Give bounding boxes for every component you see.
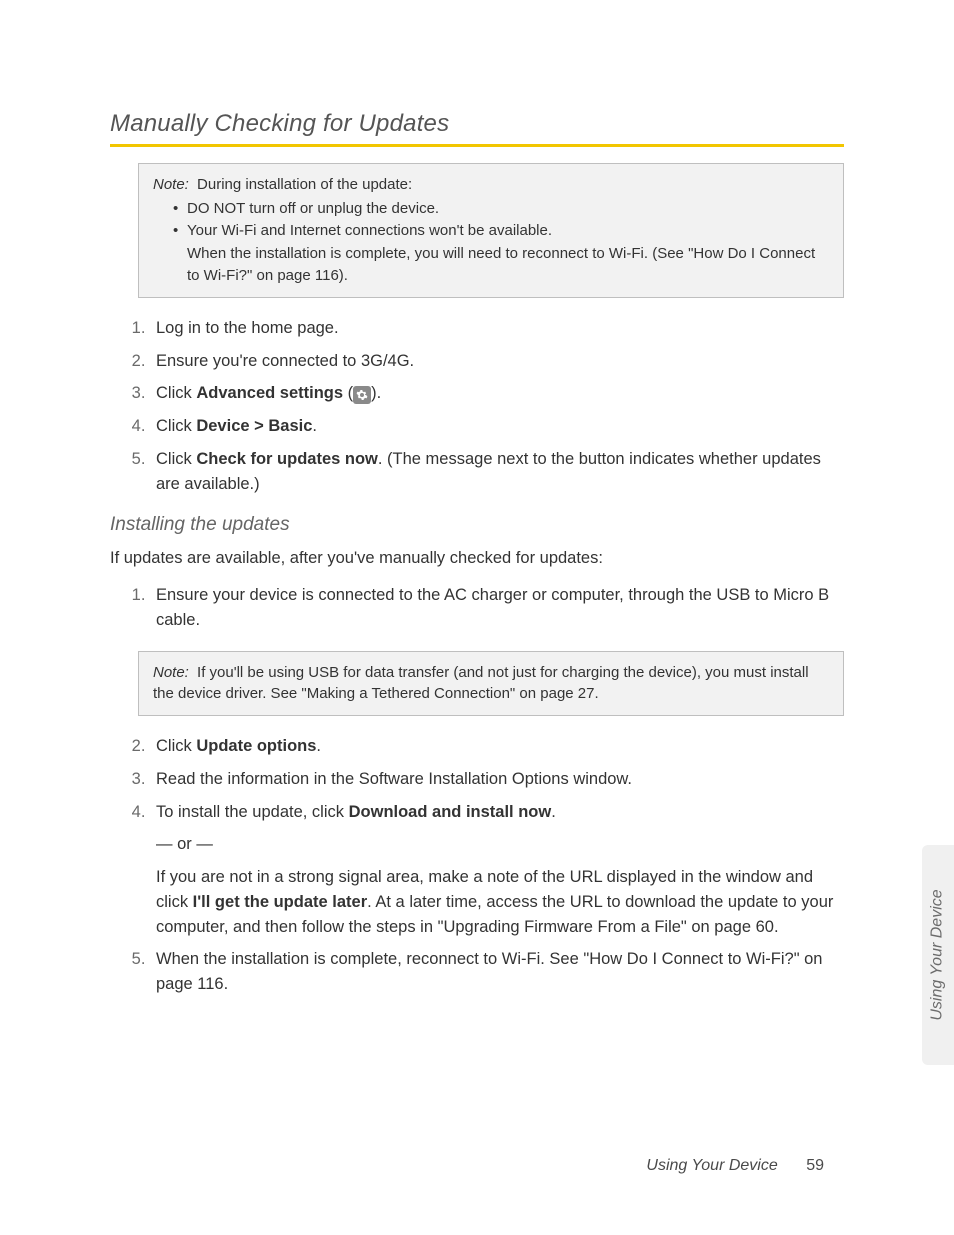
step-item: Ensure your device is connected to the A… [150, 583, 844, 633]
note-box-usb: Note: If you'll be using USB for data tr… [138, 651, 844, 717]
note-after: When the installation is complete, you w… [187, 243, 829, 287]
gear-icon [353, 386, 371, 404]
note-bullet: DO NOT turn off or unplug the device. [187, 198, 829, 220]
step-item: To install the update, click Download an… [150, 800, 844, 940]
ui-label-update-options: Update options [196, 737, 316, 755]
footer-page-number: 59 [806, 1157, 824, 1174]
step-text: . [312, 417, 317, 435]
note-box-install-warning: Note: During installation of the update:… [138, 163, 844, 298]
step-text: Click [156, 417, 196, 435]
step-text: Click [156, 450, 196, 468]
step-text: ). [371, 384, 381, 402]
ui-label-check-updates: Check for updates now [196, 450, 378, 468]
note-label: Note: [153, 176, 189, 193]
page-footer: Using Your Device 59 [646, 1157, 824, 1175]
footer-section-label: Using Your Device [646, 1157, 777, 1174]
steps-check-updates: Log in to the home page. Ensure you're c… [110, 316, 844, 497]
section-title: Manually Checking for Updates [110, 110, 844, 144]
intro-text: If updates are available, after you've m… [110, 546, 844, 571]
step-alt: If you are not in a strong signal area, … [156, 865, 844, 939]
step-item: Click Device > Basic. [150, 414, 844, 439]
step-or: — or — [156, 832, 844, 857]
step-item: Log in to the home page. [150, 316, 844, 341]
page: Manually Checking for Updates Note: Duri… [0, 0, 954, 1235]
step-text: . [316, 737, 321, 755]
subheading-installing: Installing the updates [110, 514, 844, 536]
side-tab-label: Using Your Device [929, 889, 947, 1020]
step-text: Click [156, 384, 196, 402]
step-text: To install the update, click [156, 803, 349, 821]
steps-install-2: Click Update options. Read the informati… [110, 734, 844, 997]
note-intro: During installation of the update: [197, 176, 412, 193]
step-item: Click Advanced settings (). [150, 381, 844, 406]
step-item: When the installation is complete, recon… [150, 947, 844, 997]
step-text: Click [156, 737, 196, 755]
side-tab: Using Your Device [922, 845, 954, 1065]
step-text: ( [343, 384, 353, 402]
section-rule [110, 144, 844, 147]
ui-label-advanced-settings: Advanced settings [196, 384, 343, 402]
step-item: Read the information in the Software Ins… [150, 767, 844, 792]
ui-label-download-install: Download and install now [349, 803, 552, 821]
step-text: . [551, 803, 556, 821]
steps-install-1: Ensure your device is connected to the A… [110, 583, 844, 633]
step-item: Click Update options. [150, 734, 844, 759]
note-bullet: Your Wi-Fi and Internet connections won'… [187, 220, 829, 242]
step-item: Click Check for updates now. (The messag… [150, 447, 844, 497]
ui-label-get-later: I'll get the update later [193, 893, 367, 911]
note-label: Note: [153, 664, 189, 681]
note-text: If you'll be using USB for data transfer… [153, 664, 809, 703]
note-bullet-list: DO NOT turn off or unplug the device. Yo… [187, 198, 829, 242]
ui-label-device-basic: Device > Basic [196, 417, 312, 435]
step-item: Ensure you're connected to 3G/4G. [150, 349, 844, 374]
